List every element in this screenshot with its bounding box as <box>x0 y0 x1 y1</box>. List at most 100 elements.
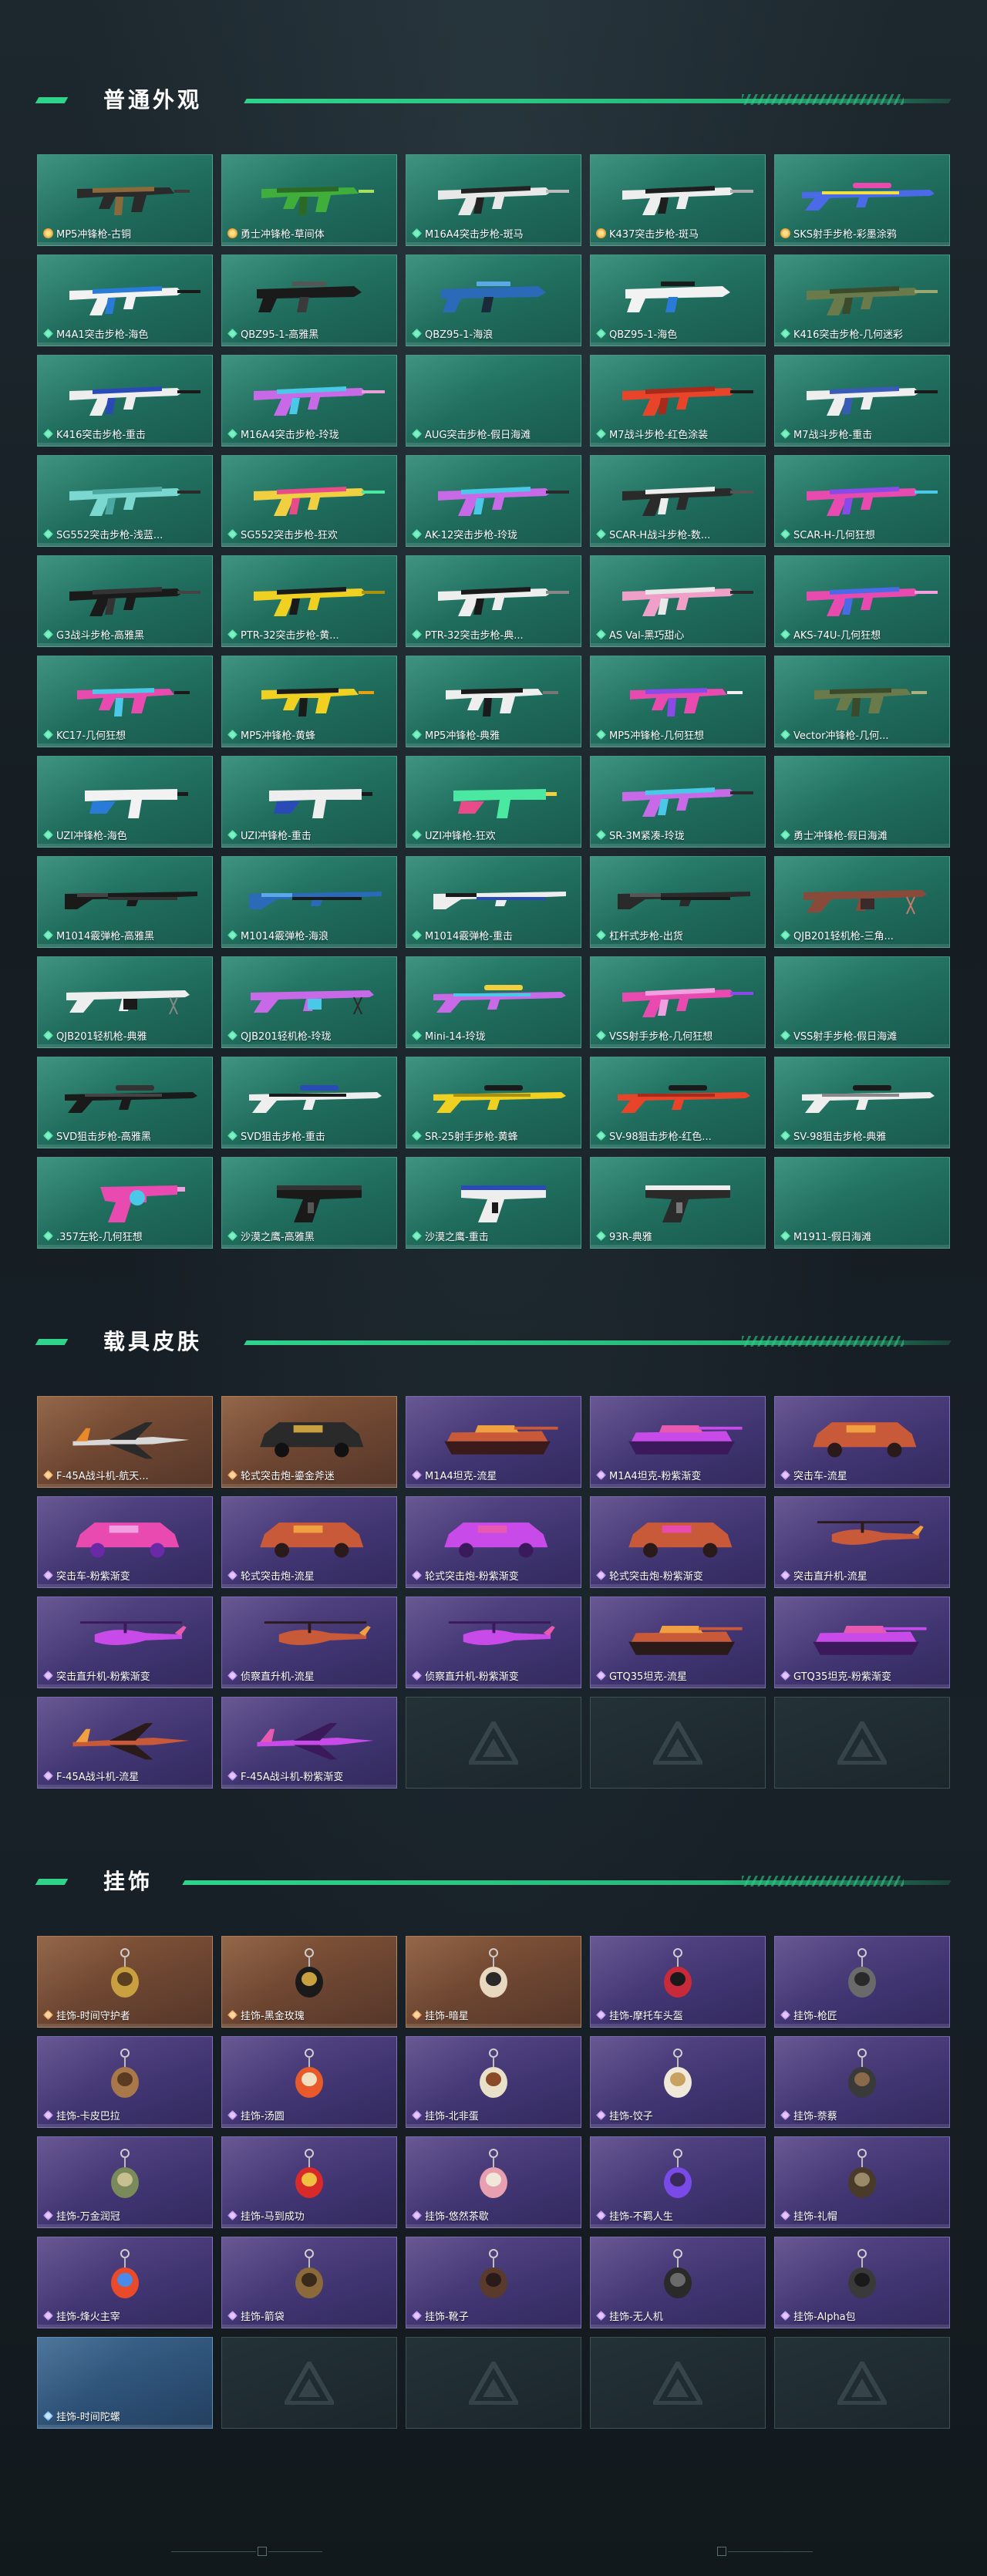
weapon-skin-card[interactable]: UZI冲锋枪-狂欢 <box>406 756 581 848</box>
vehicle-skin-card[interactable]: 侦察直升机-粉紫渐变 <box>406 1597 581 1688</box>
weapon-skin-card[interactable]: SV-98狙击步枪-红色... <box>590 1057 766 1148</box>
charm-card[interactable]: 挂饰-烽火主宰 <box>37 2237 213 2328</box>
weapon-skin-card[interactable]: MP5冲锋枪-黄蜂 <box>221 656 397 747</box>
charm-card[interactable]: 挂饰-黑金玫瑰 <box>221 1936 397 2028</box>
weapon-skin-card[interactable]: 沙漠之鹰-高雅黑 <box>221 1157 397 1249</box>
weapon-skin-card[interactable]: SR-25射手步枪-黄蜂 <box>406 1057 581 1148</box>
charm-card[interactable]: 挂饰-时间陀螺 <box>37 2337 213 2429</box>
weapon-skin-card[interactable]: AS Val-黑巧甜心 <box>590 555 766 647</box>
weapon-skin-card[interactable]: K416突击步枪-重击 <box>37 355 213 447</box>
weapon-skin-card[interactable]: AUG突击步枪-假日海滩 <box>406 355 581 447</box>
vehicle-skin-card[interactable]: F-45A战斗机-流星 <box>37 1697 213 1789</box>
weapon-skin-card[interactable]: QBZ95-1-高雅黑 <box>221 255 397 346</box>
vehicle-skin-card[interactable]: 突击车-粉紫渐变 <box>37 1496 213 1588</box>
weapon-skin-card[interactable]: MP5冲锋枪-几何狂想 <box>590 656 766 747</box>
weapon-skin-card[interactable]: M4A1突击步枪-海色 <box>37 255 213 346</box>
weapon-skin-card[interactable]: QJB201轻机枪-玲珑 <box>221 956 397 1048</box>
weapon-skin-card[interactable]: QJB201轻机枪-三角... <box>774 856 950 948</box>
charm-card[interactable]: 挂饰-Alpha包 <box>774 2237 950 2328</box>
weapon-skin-card[interactable]: SCAR-H-几何狂想 <box>774 455 950 547</box>
charm-card[interactable]: 挂饰-悠然茶歇 <box>406 2136 581 2228</box>
vehicle-skin-card[interactable]: 突击直升机-流星 <box>774 1496 950 1588</box>
weapon-skin-card[interactable]: MP5冲锋枪-典雅 <box>406 656 581 747</box>
weapon-skin-card[interactable]: 93R-典雅 <box>590 1157 766 1249</box>
weapon-skin-card[interactable]: SG552突击步枪-狂欢 <box>221 455 397 547</box>
weapon-skin-card[interactable]: SV-98狙击步枪-典雅 <box>774 1057 950 1148</box>
charm-card[interactable]: 挂饰-箭袋 <box>221 2237 397 2328</box>
weapon-skin-card[interactable]: 勇士冲锋枪-草间体 <box>221 154 397 246</box>
weapon-skin-card[interactable]: VSS射手步枪-几何狂想 <box>590 956 766 1048</box>
charm-card[interactable]: 挂饰-无人机 <box>590 2237 766 2328</box>
vehicle-skin-card[interactable]: 轮式突击炮-粉紫渐变 <box>590 1496 766 1588</box>
weapon-skin-card[interactable]: 沙漠之鹰-重击 <box>406 1157 581 1249</box>
weapon-skin-card[interactable]: K416突击步枪-几何迷彩 <box>774 255 950 346</box>
weapon-skin-card[interactable]: PTR-32突击步枪-黄... <box>221 555 397 647</box>
vehicle-skin-card[interactable]: 侦察直升机-流星 <box>221 1597 397 1688</box>
vehicle-skin-card[interactable]: GTQ35坦克-粉紫渐变 <box>774 1597 950 1688</box>
weapon-skin-card[interactable]: VSS射手步枪-假日海滩 <box>774 956 950 1048</box>
vehicle-skin-card[interactable]: F-45A战斗机-航天... <box>37 1396 213 1488</box>
weapon-skin-card[interactable]: SCAR-H战斗步枪-数... <box>590 455 766 547</box>
weapon-skin-card[interactable]: .357左轮-几何狂想 <box>37 1157 213 1249</box>
weapon-skin-card[interactable]: SVD狙击步枪-重击 <box>221 1057 397 1148</box>
weapon-skin-card[interactable]: Vector冲锋枪-几何... <box>774 656 950 747</box>
weapon-skin-card[interactable]: M16A4突击步枪-斑马 <box>406 154 581 246</box>
weapon-skin-card[interactable]: M1014霰弹枪-重击 <box>406 856 581 948</box>
vehicle-skin-card[interactable]: 突击直升机-粉紫渐变 <box>37 1597 213 1688</box>
weapon-skin-card[interactable]: PTR-32突击步枪-典... <box>406 555 581 647</box>
weapon-skin-card[interactable]: K437突击步枪-斑马 <box>590 154 766 246</box>
item-name-text: 挂饰-悠然茶歇 <box>425 2211 489 2223</box>
weapon-skin-card[interactable]: SR-3M紧凑-玲珑 <box>590 756 766 848</box>
charm-card[interactable]: 挂饰-摩托车头盔 <box>590 1936 766 2028</box>
charm-card[interactable]: 挂饰-靴子 <box>406 2237 581 2328</box>
weapon-skin-card[interactable]: KC17-几何狂想 <box>37 656 213 747</box>
weapon-skin-card[interactable]: M1911-假日海滩 <box>774 1157 950 1249</box>
charm-card[interactable]: 挂饰-汤圆 <box>221 2036 397 2128</box>
weapon-skin-card[interactable]: UZI冲锋枪-海色 <box>37 756 213 848</box>
vehicle-skin-card[interactable]: 轮式突击炮-粉紫渐变 <box>406 1496 581 1588</box>
vehicle-skin-card[interactable]: M1A4坦克-粉紫渐变 <box>590 1396 766 1488</box>
charm-card[interactable]: 挂饰-北非蛋 <box>406 2036 581 2128</box>
charm-card[interactable]: 挂饰-万金润冠 <box>37 2136 213 2228</box>
weapon-skin-card[interactable]: M1014霰弹枪-高雅黑 <box>37 856 213 948</box>
weapon-skin-card[interactable]: AKS-74U-几何狂想 <box>774 555 950 647</box>
weapon-skin-card[interactable]: M7战斗步枪-红色涂装 <box>590 355 766 447</box>
weapon-skin-card[interactable]: UZI冲锋枪-重击 <box>221 756 397 848</box>
charm-card[interactable]: 挂饰-礼帽 <box>774 2136 950 2228</box>
charm-card[interactable]: 挂饰-萘蔡 <box>774 2036 950 2128</box>
vehicle-skin-card[interactable]: 轮式突击炮-流星 <box>221 1496 397 1588</box>
vehicle-skin-card[interactable]: F-45A战斗机-粉紫渐变 <box>221 1697 397 1789</box>
vehicle-skin-card[interactable]: 突击车-流星 <box>774 1396 950 1488</box>
charm-card[interactable]: 挂饰-卡皮巴拉 <box>37 2036 213 2128</box>
weapon-skin-card[interactable]: G3战斗步枪-高雅黑 <box>37 555 213 647</box>
weapon-skin-card[interactable]: SG552突击步枪-浅蓝... <box>37 455 213 547</box>
weapon-skin-card[interactable]: M7战斗步枪-重击 <box>774 355 950 447</box>
weapon-skin-card[interactable]: Mini-14-玲珑 <box>406 956 581 1048</box>
charm-card[interactable]: 挂饰-时间守护者 <box>37 1936 213 2028</box>
vehicle-skin-card[interactable]: M1A4坦克-流星 <box>406 1396 581 1488</box>
weapon-skin-card[interactable]: MP5冲锋枪-古铜 <box>37 154 213 246</box>
weapon-skin-card[interactable]: M16A4突击步枪-玲珑 <box>221 355 397 447</box>
charm-card[interactable]: 挂饰-暗星 <box>406 1936 581 2028</box>
weapon-skin-card[interactable]: QJB201轻机枪-典雅 <box>37 956 213 1048</box>
weapon-art <box>798 467 938 527</box>
weapon-skin-card[interactable]: 杠杆式步枪-出货 <box>590 856 766 948</box>
charm-art <box>606 1947 750 2008</box>
charm-card[interactable]: 挂饰-不羁人生 <box>590 2136 766 2228</box>
charm-card[interactable]: 挂饰-马到成功 <box>221 2136 397 2228</box>
charm-card[interactable]: 挂饰-饺子 <box>590 2036 766 2128</box>
weapon-skin-card[interactable]: QBZ95-1-海浪 <box>406 255 581 346</box>
vehicle-skin-card[interactable]: 轮式突击炮-鎏金斧迷 <box>221 1396 397 1488</box>
weapon-skin-card[interactable]: QBZ95-1-海色 <box>590 255 766 346</box>
card-bottom-bar <box>406 242 581 245</box>
weapon-skin-card[interactable]: SVD狙击步枪-高雅黑 <box>37 1057 213 1148</box>
card-bottom-bar <box>406 1584 581 1587</box>
bullpup-weapon-icon <box>625 282 730 312</box>
vehicle-skin-card[interactable]: GTQ35坦克-流星 <box>590 1597 766 1688</box>
weapon-skin-card[interactable]: 勇士冲锋枪-假日海滩 <box>774 756 950 848</box>
charm-card[interactable]: 挂饰-枪匠 <box>774 1936 950 2028</box>
weapon-skin-card[interactable]: AK-12突击步枪-玲珑 <box>406 455 581 547</box>
weapon-skin-card[interactable]: SKS射手步枪-彩墨涂鸦 <box>774 154 950 246</box>
weapon-skin-card[interactable]: M1014霰弹枪-海浪 <box>221 856 397 948</box>
card-bottom-bar <box>38 2425 212 2428</box>
